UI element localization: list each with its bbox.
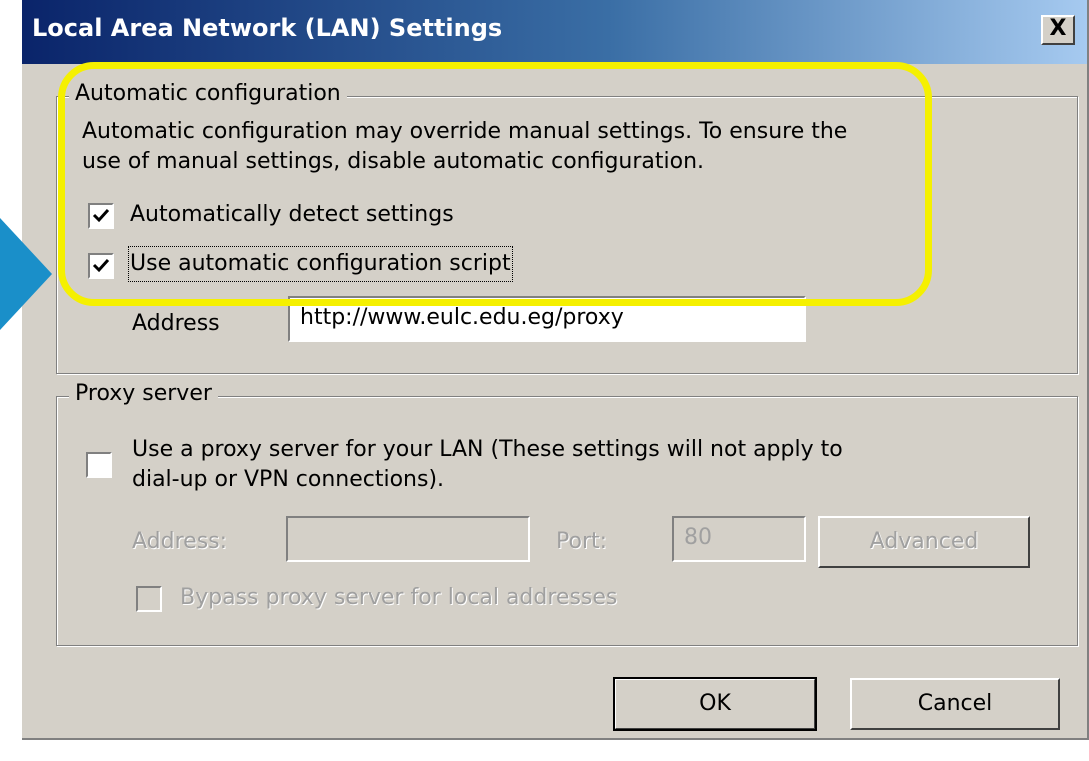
checkmark-icon — [92, 208, 110, 223]
proxy-address-label: Address: — [132, 529, 228, 554]
bypass-local-checkbox[interactable] — [136, 586, 162, 612]
auto-detect-label[interactable]: Automatically detect settings — [130, 199, 454, 231]
lan-settings-dialog: Local Area Network (LAN) Settings X Auto… — [22, 0, 1089, 740]
proxy-port-input[interactable]: 80 — [672, 516, 806, 562]
window-title: Local Area Network (LAN) Settings — [32, 14, 503, 42]
close-icon: X — [1049, 16, 1067, 41]
use-proxy-checkbox[interactable] — [86, 452, 112, 478]
auto-config-script-label[interactable]: Use automatic configuration script — [128, 246, 513, 282]
script-address-input[interactable]: http://www.eulc.edu.eg/proxy — [288, 296, 806, 342]
ok-button[interactable]: OK — [613, 677, 817, 731]
auto-detect-checkbox[interactable] — [88, 203, 114, 229]
proxy-address-input[interactable] — [286, 516, 530, 562]
auto-config-description-line2: use of manual settings, disable automati… — [82, 149, 705, 174]
script-address-label: Address — [132, 311, 220, 336]
title-bar[interactable]: Local Area Network (LAN) Settings X — [22, 0, 1087, 64]
use-proxy-label-line1[interactable]: Use a proxy server for your LAN (These s… — [132, 434, 843, 466]
bottom-white-strip — [128, 742, 1089, 761]
automatic-configuration-label: Automatic configuration — [69, 81, 347, 106]
proxy-port-label: Port: — [556, 529, 608, 554]
use-proxy-label-line2[interactable]: dial-up or VPN connections). — [132, 464, 444, 496]
pointer-arrow-icon — [0, 218, 52, 330]
advanced-button[interactable]: Advanced — [818, 516, 1030, 568]
auto-config-description-line1: Automatic configuration may override man… — [82, 119, 848, 144]
proxy-server-label: Proxy server — [69, 381, 218, 406]
bypass-local-label[interactable]: Bypass proxy server for local addresses — [180, 582, 617, 614]
cancel-button[interactable]: Cancel — [850, 678, 1060, 730]
checkmark-icon — [92, 258, 110, 273]
auto-config-script-checkbox[interactable] — [88, 253, 114, 279]
close-button[interactable]: X — [1041, 15, 1075, 45]
